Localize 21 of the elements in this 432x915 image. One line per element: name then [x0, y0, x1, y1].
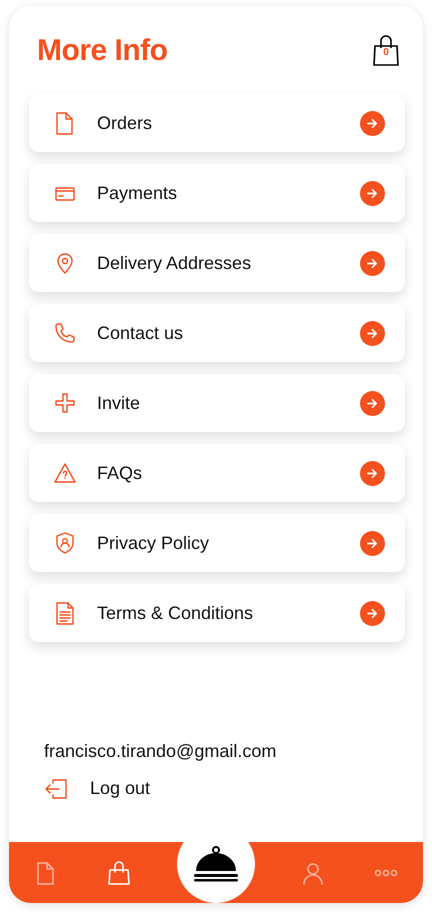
person-icon — [300, 860, 325, 884]
plus-icon — [53, 391, 77, 415]
account-email: francisco.tirando@gmail.com — [44, 740, 278, 763]
menu-item[interactable]: Terms & Conditions — [29, 584, 405, 642]
phone-icon — [53, 321, 77, 345]
page-title: More Info — [37, 33, 168, 69]
menu-item[interactable]: FAQs — [29, 444, 405, 502]
logout-button[interactable]: Log out — [44, 775, 423, 802]
cloche-icon — [193, 846, 239, 882]
logout-icon — [44, 778, 68, 800]
menu-item[interactable]: Delivery Addresses — [29, 234, 405, 292]
menu-item[interactable]: Orders — [29, 94, 405, 152]
menu-item[interactable]: Payments — [29, 164, 405, 222]
more-icon — [374, 868, 398, 876]
cart-count: 0 — [382, 48, 390, 58]
menu-item[interactable]: Contact us — [29, 304, 405, 362]
bag-icon — [373, 35, 399, 67]
warning-icon — [53, 461, 77, 485]
menu-item[interactable]: Privacy Policy — [29, 514, 405, 572]
menu-item[interactable]: Invite — [29, 374, 405, 432]
bag-icon — [107, 860, 132, 884]
